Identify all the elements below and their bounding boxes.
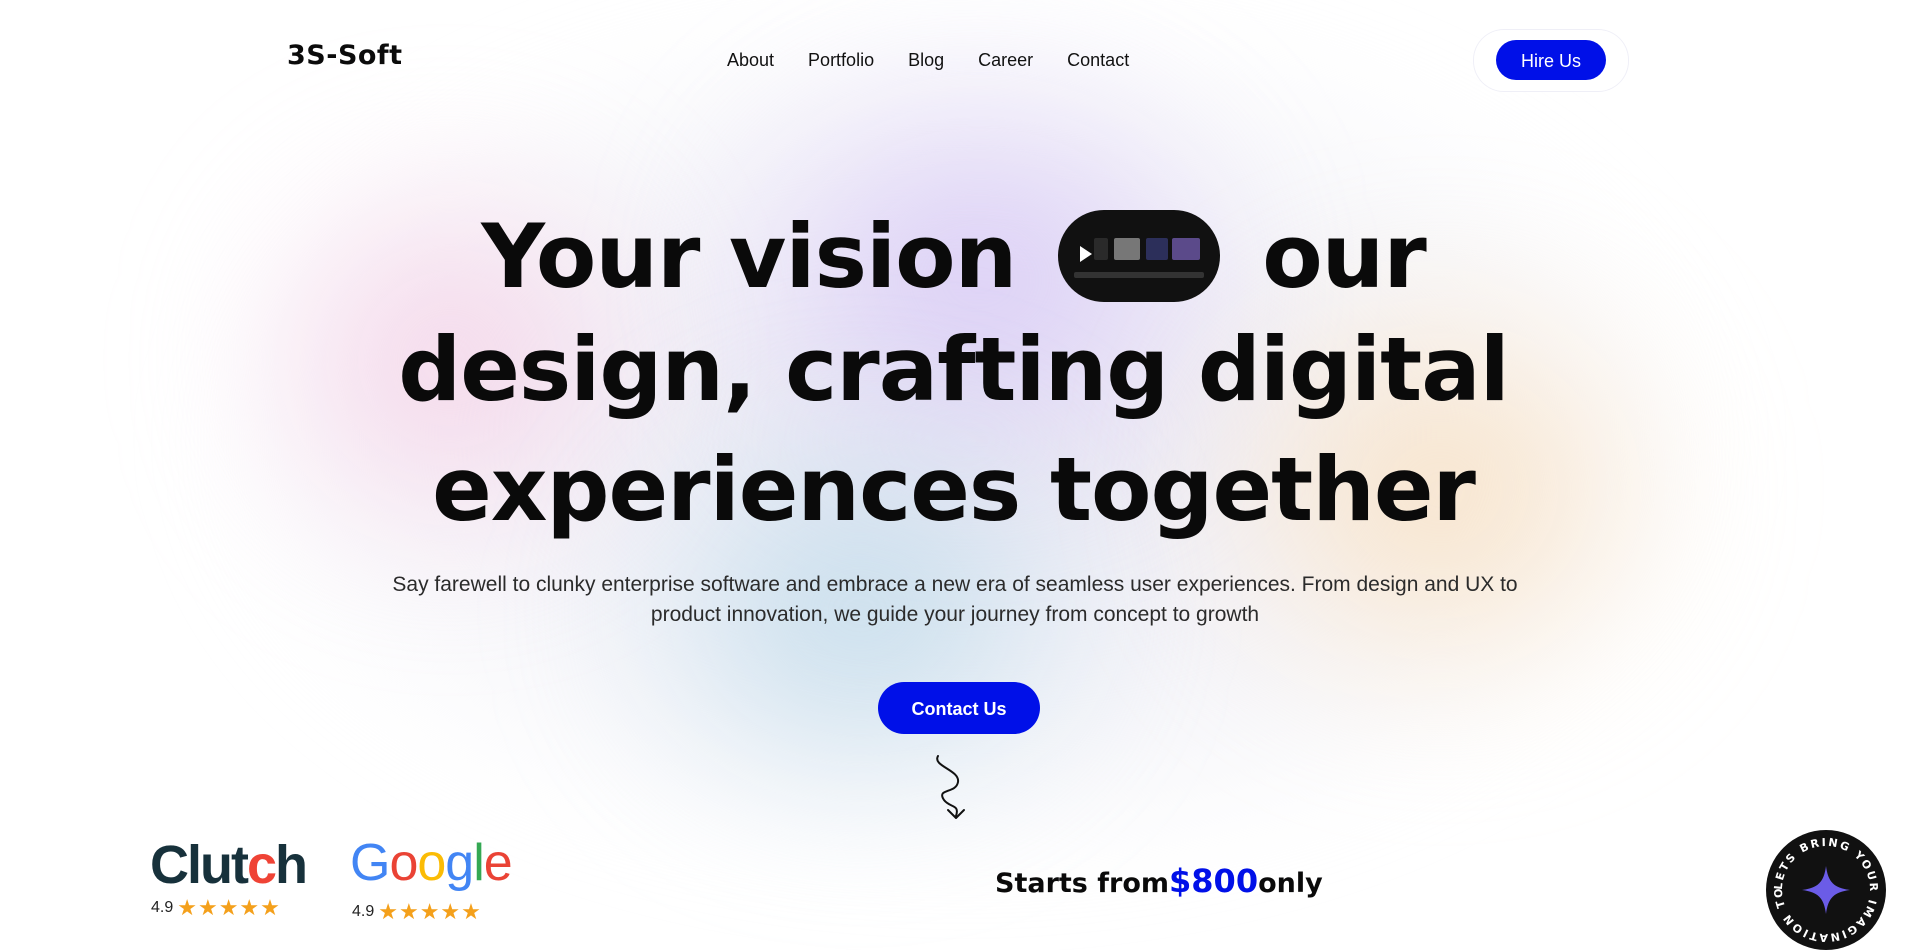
rotating-badge[interactable]: LETS BRING YOUR IMAGINATION TO LIFE [1766,830,1886,950]
clutch-logo[interactable]: Clutch [150,834,308,896]
star-rating-icon: ★★★★★ [177,895,281,920]
ratings-row: Clutch 4.9 ★★★★★ Google 4.9 ★★★★★ Starts… [0,0,1907,925]
price-amount: $800 [1169,862,1259,900]
price-suffix: only [1258,868,1323,899]
star-rating-icon: ★★★★★ [378,899,482,924]
sparkle-icon [1802,866,1850,914]
google-logo[interactable]: Google [350,833,513,893]
google-score: 4.9 [352,903,375,920]
google-rating: 4.9 ★★★★★ [352,899,482,925]
clutch-rating: 4.9 ★★★★★ [151,895,281,921]
price-prefix: Starts from [995,868,1170,899]
pricing-text: Starts from$800only [995,862,1323,900]
clutch-score: 4.9 [151,899,174,916]
